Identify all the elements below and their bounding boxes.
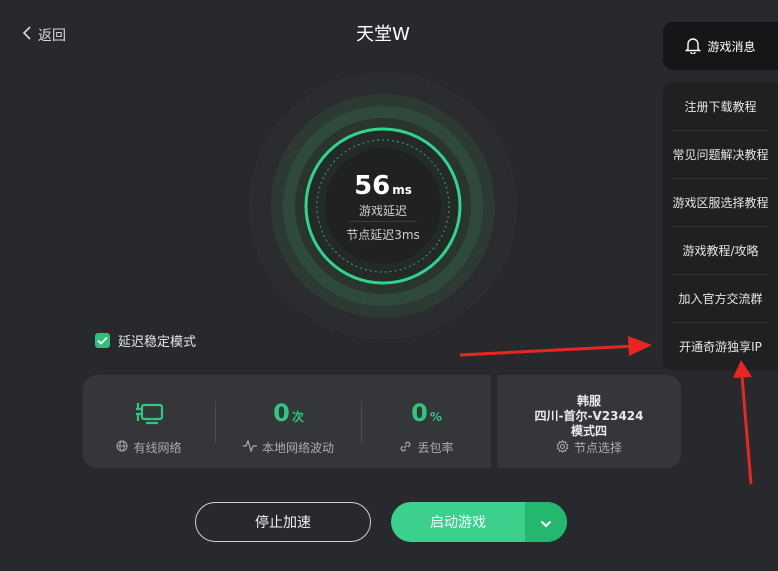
pulse-icon [242, 439, 257, 455]
latency-gauge: 56 ms 游戏延迟 节点延迟3ms [249, 72, 517, 340]
start-options-dropdown[interactable] [525, 502, 567, 542]
stable-mode-checkbox[interactable]: 延迟稳定模式 [95, 331, 196, 350]
menu-item-register-tutorial[interactable]: 注册下载教程 [663, 82, 778, 130]
menu-item-game-guide[interactable]: 游戏教程/攻略 [663, 226, 778, 274]
gauge-divider [349, 221, 417, 222]
server-mode: 模式四 [570, 424, 607, 438]
packet-loss-stat: 0% 丢包率 [362, 375, 491, 468]
latency-value: 56 ms [354, 171, 412, 201]
page-title: 天堂W [356, 24, 410, 45]
jitter-label-wrap: 本地网络波动 [216, 439, 361, 456]
latency-label: 游戏延迟 [358, 204, 407, 218]
chevron-down-icon [540, 513, 552, 532]
node-select-label-wrap: 节点选择 [497, 439, 681, 456]
latency-unit: ms [392, 183, 412, 197]
jitter-label: 本地网络波动 [261, 441, 334, 455]
menu-item-join-group[interactable]: 加入官方交流群 [663, 274, 778, 322]
menu-item-server-tutorial[interactable]: 游戏区服选择教程 [663, 178, 778, 226]
checkmark-icon [95, 333, 110, 348]
ethernet-icon [83, 401, 215, 425]
node-select-panel[interactable]: 韩服 四川-首尔-V23424 模式四 节点选择 [497, 375, 681, 468]
node-select-label: 节点选择 [573, 441, 622, 455]
tutorial-menu: 注册下载教程 常见问题解决教程 游戏区服选择教程 游戏教程/攻略 加入官方交流群… [663, 82, 778, 370]
network-label: 有线网络 [133, 441, 182, 455]
menu-item-faq[interactable]: 常见问题解决教程 [663, 130, 778, 178]
stats-panel: 有线网络 0次 本地网络波动 0% 丢包率 [83, 375, 491, 468]
globe-icon [116, 440, 128, 455]
menu-item-exclusive-ip[interactable]: 开通奇游独享IP [663, 322, 778, 370]
packet-loss-unit: % [429, 410, 442, 424]
game-notice-label: 游戏消息 [707, 39, 756, 54]
jitter-unit: 次 [291, 410, 304, 424]
stop-acceleration-button[interactable]: 停止加速 [195, 502, 371, 542]
packet-loss-label: 丢包率 [417, 441, 454, 455]
jitter-value: 0次 [273, 399, 304, 427]
stable-mode-label: 延迟稳定模式 [118, 335, 197, 350]
start-game-button-group: 启动游戏 [391, 502, 567, 542]
network-label-wrap: 有线网络 [83, 439, 215, 456]
jitter-stat: 0次 本地网络波动 [216, 375, 361, 468]
game-notice-button[interactable]: 游戏消息 [663, 22, 778, 70]
gear-icon [556, 439, 569, 456]
bell-icon [685, 36, 702, 57]
network-stat: 有线网络 [83, 375, 215, 468]
packet-loss-label-wrap: 丢包率 [362, 439, 491, 456]
start-game-button[interactable]: 启动游戏 [391, 502, 525, 542]
packet-loss-value: 0% [411, 399, 442, 427]
link-icon [399, 440, 412, 456]
node-latency: 节点延迟3ms [346, 228, 420, 242]
